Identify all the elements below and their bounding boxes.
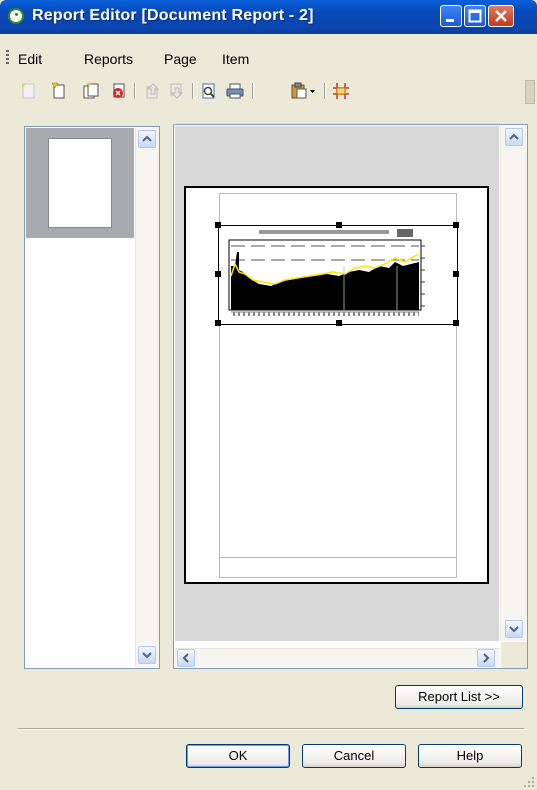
menu-item[interactable]: Item [222, 51, 249, 67]
thumbnail-vertical-scrollbar[interactable] [135, 128, 159, 667]
menu-bar: Edit Reports Page Item [0, 44, 537, 70]
menu-edit[interactable]: Edit [18, 51, 42, 67]
move-down-icon[interactable] [168, 82, 186, 100]
preview-scroll-left-button[interactable] [177, 649, 195, 667]
separator-line [18, 728, 524, 730]
resize-handle-sw[interactable] [215, 320, 221, 326]
toolbar [0, 74, 537, 106]
window-title: Report Editor [Document Report - 2] [32, 7, 314, 24]
new-report-icon[interactable] [20, 82, 38, 100]
title-bar: Report Editor [Document Report - 2] [0, 0, 537, 34]
preview-vertical-scrollbar[interactable] [500, 126, 527, 641]
paste-dropdown-icon[interactable] [290, 82, 318, 100]
chevron-right-icon [483, 653, 490, 663]
resize-grip-icon[interactable] [523, 776, 535, 788]
preview-scroll-down-button[interactable] [505, 620, 523, 638]
maximize-button[interactable] [464, 5, 486, 27]
menu-grip-icon[interactable] [6, 50, 9, 64]
report-list-button[interactable]: Report List >> [395, 685, 523, 709]
chevron-left-icon [182, 653, 189, 663]
minimize-icon [446, 19, 454, 22]
resize-handle-e[interactable] [453, 271, 459, 277]
menu-page[interactable]: Page [164, 51, 197, 67]
close-icon [495, 10, 507, 22]
page-thumbnail-list[interactable] [24, 126, 160, 669]
menu-reports[interactable]: Reports [84, 51, 133, 67]
qlikview-app-icon [8, 8, 24, 24]
selected-page-thumbnail[interactable] [26, 128, 134, 238]
resize-handle-nw[interactable] [215, 222, 221, 228]
chevron-up-icon [142, 135, 152, 142]
new-page-icon[interactable] [50, 82, 68, 100]
align-grid-icon[interactable] [332, 82, 350, 100]
resize-handle-w[interactable] [215, 271, 221, 277]
chevron-up-icon [509, 133, 519, 140]
page-preview-pane[interactable] [173, 124, 528, 669]
delete-page-icon[interactable] [110, 82, 128, 100]
copy-page-icon[interactable] [82, 82, 100, 100]
print-preview-icon[interactable] [200, 82, 218, 100]
resize-handle-ne[interactable] [453, 222, 459, 228]
chevron-down-icon [509, 626, 519, 633]
preview-scroll-right-button[interactable] [477, 649, 495, 667]
minimize-button[interactable] [440, 5, 462, 27]
print-icon[interactable] [226, 82, 244, 100]
resize-handle-s[interactable] [336, 320, 342, 326]
close-button[interactable] [488, 5, 514, 27]
move-up-icon[interactable] [144, 82, 162, 100]
maximize-icon [468, 9, 482, 23]
preview-canvas [175, 126, 499, 641]
scroll-up-button[interactable] [138, 130, 156, 148]
chevron-down-icon [142, 652, 152, 659]
report-page[interactable] [184, 186, 489, 584]
resize-handle-n[interactable] [336, 222, 342, 228]
help-button[interactable]: Help [418, 744, 522, 768]
preview-horizontal-scrollbar[interactable] [175, 648, 500, 667]
resize-handle-se[interactable] [453, 320, 459, 326]
preview-scroll-up-button[interactable] [505, 128, 523, 146]
scrollbar-corner [501, 642, 527, 668]
scroll-down-button[interactable] [138, 646, 156, 664]
page-thumbnail[interactable] [48, 138, 112, 228]
chart-thumbnail [219, 226, 457, 324]
cancel-button[interactable]: Cancel [302, 744, 406, 768]
ok-button[interactable]: OK [186, 744, 290, 768]
toolbar-overflow-icon[interactable] [525, 80, 535, 104]
chart-object[interactable] [215, 222, 459, 326]
